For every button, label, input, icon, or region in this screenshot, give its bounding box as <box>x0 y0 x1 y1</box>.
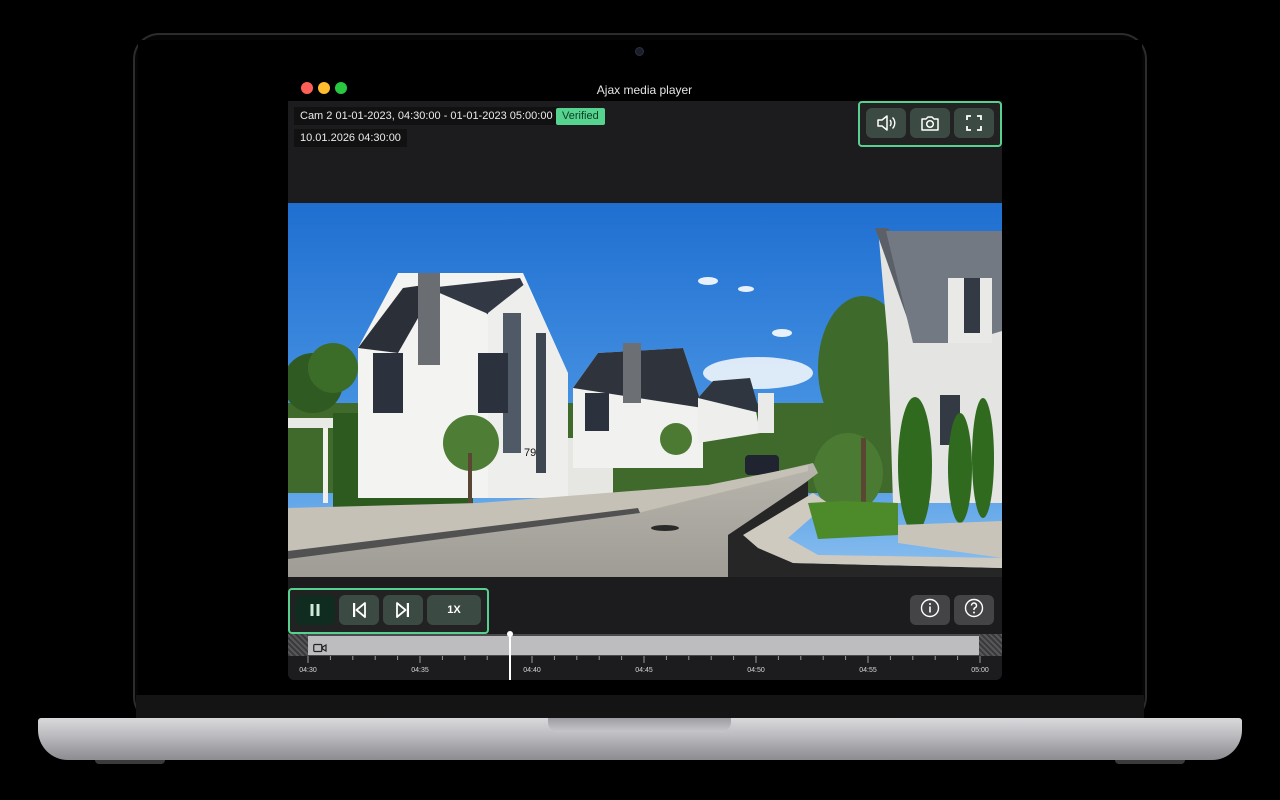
timeline-label: 04:35 <box>411 667 429 674</box>
help-icon <box>964 598 984 623</box>
timeline-label: 05:00 <box>971 667 989 674</box>
timeline-label: 04:30 <box>299 667 317 674</box>
timeline-empty-start <box>288 634 308 656</box>
skip-back-button[interactable] <box>339 595 379 625</box>
timeline-ticks <box>307 656 981 663</box>
webcam-icon <box>636 48 643 55</box>
info-icon <box>920 598 940 623</box>
laptop-foot <box>95 760 165 764</box>
timestamp-label: 10.01.2026 04:30:00 <box>294 129 407 147</box>
timeline-label: 04:55 <box>859 667 877 674</box>
timeline-recording-segment[interactable] <box>308 636 979 655</box>
speaker-icon <box>876 114 896 132</box>
laptop-notch <box>548 718 731 732</box>
camera-caption: Cam 2 01-01-2023, 04:30:00 - 01-01-2023 … <box>294 107 559 125</box>
house-number: 79 <box>524 447 536 459</box>
pause-button[interactable] <box>295 595 335 625</box>
info-button[interactable] <box>910 595 950 625</box>
timeline-empty-end <box>979 634 1002 656</box>
skip-back-icon <box>352 602 366 618</box>
laptop-chin <box>136 695 1144 719</box>
skip-forward-button[interactable] <box>383 595 423 625</box>
video-frame[interactable]: 79 <box>288 203 1002 577</box>
playhead-handle[interactable] <box>506 631 513 637</box>
camera-icon <box>920 114 940 132</box>
laptop-foot <box>1115 760 1185 764</box>
timeline-label: 04:45 <box>635 667 653 674</box>
verified-badge: Verified <box>556 108 605 125</box>
snapshot-button[interactable] <box>910 108 950 138</box>
fullscreen-button[interactable] <box>954 108 994 138</box>
pause-icon <box>309 603 321 617</box>
playback-speed-button[interactable]: 1X <box>427 595 481 625</box>
window-title: Ajax media player <box>596 83 693 97</box>
timeline-label: 04:50 <box>747 667 765 674</box>
expand-icon <box>966 115 982 131</box>
help-button[interactable] <box>954 595 994 625</box>
playhead[interactable] <box>508 634 511 680</box>
volume-button[interactable] <box>866 108 906 138</box>
timeline-label: 04:40 <box>523 667 541 674</box>
street-scene-image: 79 <box>288 203 1002 577</box>
skip-forward-icon <box>396 602 410 618</box>
